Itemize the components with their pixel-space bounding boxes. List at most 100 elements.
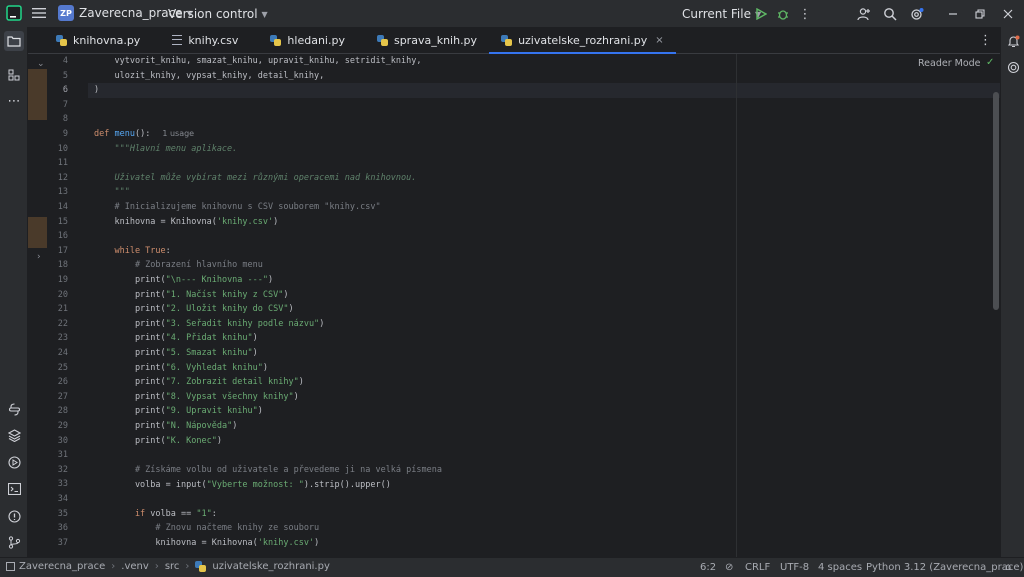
tab-knihy-csv[interactable]: knihy.csv [152, 27, 250, 53]
tabs-more-icon[interactable]: ⋮ [979, 33, 992, 48]
minimize-icon[interactable] [944, 5, 962, 23]
code-editor[interactable]: ⌄ › 4 5 6 7 8 9 10 11 12 13 14 15 16 17 18 19 20 21 22 23 24… [28, 54, 1000, 557]
run-icon[interactable] [752, 5, 770, 23]
caret-position[interactable]: 6:2 [700, 562, 716, 573]
line-number[interactable]: 17 [28, 244, 68, 259]
status-bar: Zaverecna_prace › .venv › src › uzivatel… [0, 557, 1024, 577]
code-area[interactable]: vytvorit_knihu, smazat_knihu, upravit_kn… [94, 54, 974, 557]
code-line: print("5. Smazat knihu") [94, 348, 258, 358]
indent-setting[interactable]: 4 spaces [818, 562, 862, 573]
notifications-icon[interactable] [1003, 31, 1023, 51]
line-separator[interactable]: CRLF [745, 562, 770, 573]
ai-assistant-icon[interactable] [1003, 57, 1023, 77]
inspection-ok-icon[interactable]: ✓ [986, 57, 994, 68]
services-run-icon[interactable] [4, 452, 24, 472]
breadcrumb-separator: › [185, 561, 190, 572]
code-line: if volba == "1": [94, 508, 217, 519]
line-number[interactable]: 23 [28, 331, 68, 346]
usage-hint[interactable]: 1 usage [162, 129, 194, 138]
line-number[interactable]: 28 [28, 404, 68, 419]
code-line: print("6. Vyhledat knihu") [94, 362, 269, 373]
line-number[interactable]: 5 [28, 69, 68, 84]
problems-icon[interactable] [4, 506, 24, 526]
line-number[interactable]: 22 [28, 317, 68, 332]
line-number[interactable]: 35 [28, 507, 68, 522]
more-tools-icon[interactable]: ⋯ [4, 91, 24, 111]
line-number[interactable]: 6 [28, 83, 68, 98]
more-actions-icon[interactable]: ⋮ [796, 5, 814, 23]
line-number[interactable]: 34 [28, 492, 68, 507]
tab-hledani[interactable]: hledani.py [250, 27, 357, 53]
code-line: # Získáme volbu od uživatele a převedeme… [94, 465, 442, 475]
layers-icon[interactable] [4, 425, 24, 445]
line-number[interactable]: 24 [28, 346, 68, 361]
line-number[interactable]: 21 [28, 302, 68, 317]
git-icon[interactable] [4, 532, 24, 552]
git-lock-icon[interactable]: ⌂ [1005, 562, 1011, 573]
code-line: """ [94, 187, 130, 198]
line-number[interactable]: 18 [28, 258, 68, 273]
code-line: Uživatel může vybírat mezi různými opera… [94, 172, 417, 183]
line-number[interactable]: 11 [28, 156, 68, 171]
line-number[interactable]: 32 [28, 463, 68, 478]
line-number[interactable]: 20 [28, 288, 68, 303]
terminal-icon[interactable] [4, 479, 24, 499]
line-number[interactable]: 10 [28, 142, 68, 157]
line-number[interactable]: 4 [28, 54, 68, 69]
line-number[interactable]: 30 [28, 434, 68, 449]
run-config-selector[interactable]: Current File ▼ [682, 7, 761, 21]
line-number[interactable]: 36 [28, 521, 68, 536]
code-line: while True: [94, 245, 171, 256]
code-line: print("1. Načíst knihy z CSV") [94, 289, 289, 300]
restore-icon[interactable] [971, 5, 989, 23]
run-config-label: Current File [682, 7, 751, 21]
code-line: print("\n--- Knihovna ---") [94, 275, 274, 285]
breadcrumb-item[interactable]: src [165, 561, 180, 572]
debug-icon[interactable] [774, 5, 792, 23]
line-number[interactable]: 12 [28, 171, 68, 186]
python-packages-icon[interactable] [4, 399, 24, 419]
tab-label: knihovna.py [73, 33, 141, 47]
code-line: print("N. Nápověda") [94, 421, 238, 431]
breadcrumb-item[interactable]: .venv [121, 561, 149, 572]
tab-uzivatelske-rozhrani[interactable]: uzivatelske_rozhrani.py × [489, 27, 676, 54]
close-tab-icon[interactable]: × [655, 35, 663, 46]
close-window-icon[interactable] [999, 5, 1017, 23]
python-interpreter[interactable]: Python 3.12 (Zaverecna_prace) [866, 562, 1023, 573]
python-file-icon [376, 34, 388, 46]
search-icon[interactable] [881, 5, 899, 23]
line-number[interactable]: 25 [28, 361, 68, 376]
line-number[interactable]: 27 [28, 390, 68, 405]
line-number[interactable]: 19 [28, 273, 68, 288]
tab-label: uzivatelske_rozhrani.py [518, 33, 648, 47]
main-menu-icon[interactable] [30, 4, 48, 22]
line-number[interactable]: 26 [28, 375, 68, 390]
settings-icon[interactable] [907, 5, 925, 23]
reader-mode-toggle[interactable]: Reader Mode [918, 58, 981, 69]
vertical-scrollbar[interactable] [993, 92, 999, 310]
line-number[interactable]: 33 [28, 477, 68, 492]
code-line: volba = input("Vyberte možnost: ").strip… [94, 479, 391, 490]
file-encoding[interactable]: UTF-8 [780, 562, 809, 573]
line-number[interactable]: 29 [28, 419, 68, 434]
tab-knihovna[interactable]: knihovna.py [28, 27, 152, 53]
add-user-icon[interactable] [855, 5, 873, 23]
line-number[interactable]: 7 [28, 98, 68, 113]
project-tool-folder-icon[interactable] [4, 31, 24, 51]
line-number[interactable]: 8 [28, 112, 68, 127]
breadcrumb-item[interactable]: uzivatelske_rozhrani.py [212, 561, 329, 572]
line-number[interactable]: 31 [28, 448, 68, 463]
tab-sprava-knih[interactable]: sprava_knih.py [357, 27, 489, 53]
line-number[interactable]: 15 [28, 215, 68, 230]
vcs-selector[interactable]: Version control ▼ [168, 7, 268, 21]
code-line: print("9. Upravit knihu") [94, 406, 263, 417]
line-number[interactable]: 9 [28, 127, 68, 142]
breadcrumb-item[interactable]: Zaverecna_prace [19, 561, 105, 572]
line-number[interactable]: 16 [28, 229, 68, 244]
line-number[interactable]: 37 [28, 536, 68, 551]
line-number[interactable]: 13 [28, 185, 68, 200]
code-line: knihovna = Knihovna('knihy.csv') [94, 538, 320, 548]
structure-icon[interactable] [4, 65, 24, 85]
line-number[interactable]: 14 [28, 200, 68, 215]
no-lock-icon[interactable]: ⊘ [725, 562, 733, 573]
